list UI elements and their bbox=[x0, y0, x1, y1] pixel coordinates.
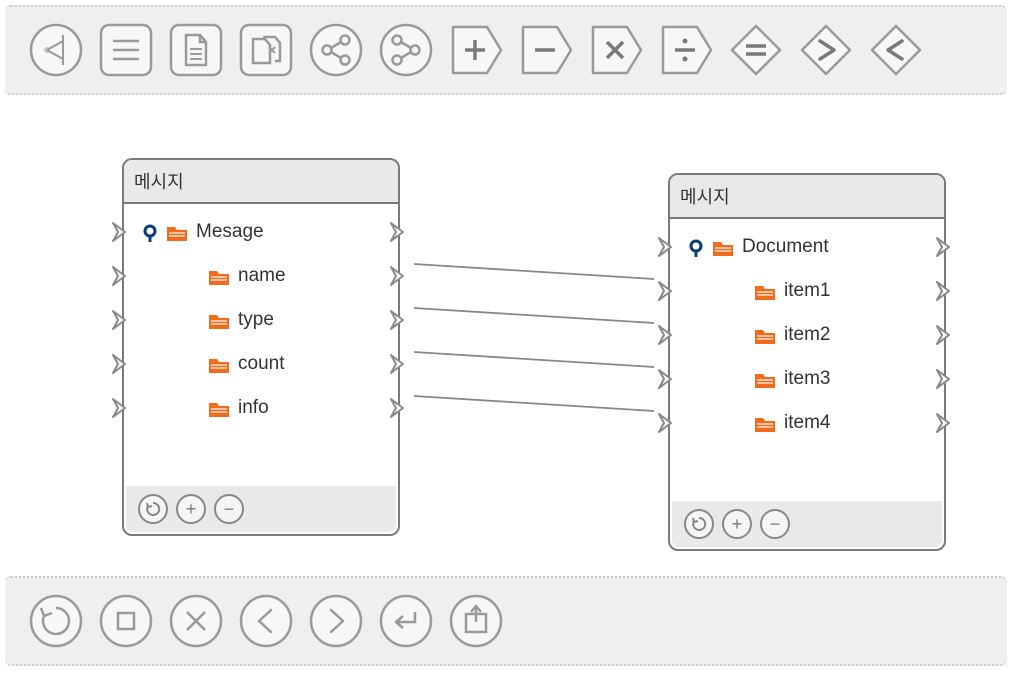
plus-shape-icon[interactable] bbox=[449, 23, 503, 77]
tree-root[interactable]: Mesage bbox=[124, 210, 398, 254]
port-in-icon[interactable] bbox=[657, 368, 679, 390]
refresh-button[interactable] bbox=[684, 509, 714, 539]
port-in-icon[interactable] bbox=[657, 324, 679, 346]
add-button[interactable]: + bbox=[722, 509, 752, 539]
tree-root[interactable]: Document bbox=[670, 225, 944, 269]
tree-item-label: item2 bbox=[784, 324, 830, 346]
page-icon[interactable] bbox=[169, 23, 223, 77]
tree-item[interactable]: count bbox=[124, 342, 398, 386]
gt-shape-icon[interactable] bbox=[799, 23, 853, 77]
port-out-icon[interactable] bbox=[935, 412, 957, 434]
next-icon[interactable] bbox=[309, 594, 363, 648]
tree: Document item1 item2 item3 bbox=[670, 219, 944, 451]
equals-shape-icon[interactable] bbox=[729, 23, 783, 77]
port-in-icon[interactable] bbox=[111, 265, 133, 287]
port-out-icon[interactable] bbox=[935, 280, 957, 302]
port-in-icon[interactable] bbox=[657, 412, 679, 434]
folder-icon bbox=[166, 223, 188, 241]
remove-button[interactable]: − bbox=[760, 509, 790, 539]
tree-item-label: item4 bbox=[784, 412, 830, 434]
port-out-icon[interactable] bbox=[389, 397, 411, 419]
share2-icon[interactable] bbox=[379, 23, 433, 77]
port-out-icon[interactable] bbox=[389, 265, 411, 287]
folder-icon bbox=[208, 355, 230, 373]
tree-item-label: count bbox=[238, 353, 284, 375]
port-out-icon[interactable] bbox=[935, 368, 957, 390]
node-icon[interactable] bbox=[29, 23, 83, 77]
tree-item-label: item1 bbox=[784, 280, 830, 302]
tree-item[interactable]: item2 bbox=[670, 313, 944, 357]
add-button[interactable]: + bbox=[176, 494, 206, 524]
panel-footer: + − bbox=[672, 501, 942, 547]
stop-icon[interactable] bbox=[99, 594, 153, 648]
tree-item-label: info bbox=[238, 397, 269, 419]
tree-item-label: name bbox=[238, 265, 286, 287]
port-out-icon[interactable] bbox=[389, 221, 411, 243]
folder-icon bbox=[754, 282, 776, 300]
port-out-icon[interactable] bbox=[935, 324, 957, 346]
port-out-icon[interactable] bbox=[935, 236, 957, 258]
folder-icon bbox=[754, 326, 776, 344]
divide-shape-icon[interactable] bbox=[659, 23, 713, 77]
close-icon[interactable] bbox=[169, 594, 223, 648]
pin-icon bbox=[688, 239, 704, 255]
port-out-icon[interactable] bbox=[389, 353, 411, 375]
tree-item[interactable]: type bbox=[124, 298, 398, 342]
folder-icon bbox=[754, 370, 776, 388]
port-in-icon[interactable] bbox=[111, 309, 133, 331]
tree-item-label: type bbox=[238, 309, 274, 331]
panel-title: 메시지 bbox=[124, 160, 398, 204]
panel-footer: + − bbox=[126, 486, 396, 532]
folder-icon bbox=[208, 399, 230, 417]
tree-item-label: item3 bbox=[784, 368, 830, 390]
port-in-icon[interactable] bbox=[111, 221, 133, 243]
panel-message-b[interactable]: 메시지 Document item1 item2 bbox=[668, 173, 946, 551]
toolbar-bottom bbox=[5, 576, 1007, 666]
tree-root-label: Mesage bbox=[196, 221, 264, 243]
pin-icon bbox=[142, 224, 158, 240]
panel-title: 메시지 bbox=[670, 175, 944, 219]
toolbar-top bbox=[5, 5, 1007, 95]
port-in-icon[interactable] bbox=[657, 280, 679, 302]
tree-item[interactable]: item4 bbox=[670, 401, 944, 445]
port-in-icon[interactable] bbox=[111, 353, 133, 375]
tree-item[interactable]: name bbox=[124, 254, 398, 298]
enter-icon[interactable] bbox=[379, 594, 433, 648]
refresh-button[interactable] bbox=[138, 494, 168, 524]
folder-icon bbox=[208, 267, 230, 285]
folder-icon bbox=[712, 238, 734, 256]
remove-button[interactable]: − bbox=[214, 494, 244, 524]
panel-message-a[interactable]: 메시지 Mesage name type bbox=[122, 158, 400, 536]
canvas: 메시지 Mesage name type bbox=[0, 100, 1012, 570]
tree-item[interactable]: info bbox=[124, 386, 398, 430]
minus-shape-icon[interactable] bbox=[519, 23, 573, 77]
port-in-icon[interactable] bbox=[657, 236, 679, 258]
tree-root-label: Document bbox=[742, 236, 829, 258]
port-out-icon[interactable] bbox=[389, 309, 411, 331]
folder-icon bbox=[754, 414, 776, 432]
port-in-icon[interactable] bbox=[111, 397, 133, 419]
share-icon[interactable] bbox=[309, 23, 363, 77]
tree-item[interactable]: item3 bbox=[670, 357, 944, 401]
upload-icon[interactable] bbox=[449, 594, 503, 648]
refresh-icon[interactable] bbox=[29, 594, 83, 648]
tree-item[interactable]: item1 bbox=[670, 269, 944, 313]
tree: Mesage name type count bbox=[124, 204, 398, 436]
files-icon[interactable] bbox=[239, 23, 293, 77]
prev-icon[interactable] bbox=[239, 594, 293, 648]
document-icon[interactable] bbox=[99, 23, 153, 77]
folder-icon bbox=[208, 311, 230, 329]
lt-shape-icon[interactable] bbox=[869, 23, 923, 77]
multiply-shape-icon[interactable] bbox=[589, 23, 643, 77]
